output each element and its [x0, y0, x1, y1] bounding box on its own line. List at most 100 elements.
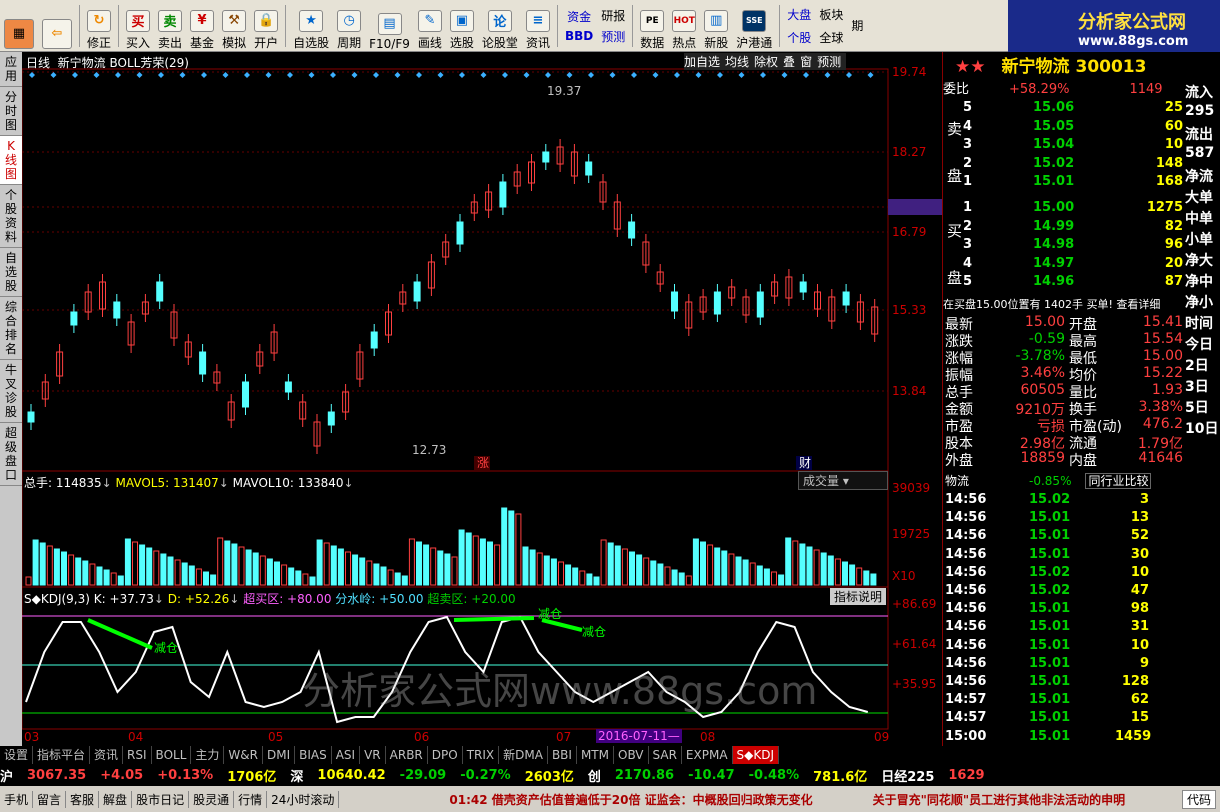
stat-row-6: 市盈 亏损 市盈(动) 476.2: [945, 416, 1183, 435]
screen-icon: ▣: [449, 9, 474, 32]
buy-level: 3: [963, 237, 973, 252]
indicator-tab-12[interactable]: DPO: [428, 746, 463, 764]
footer-button-1[interactable]: 留言: [33, 790, 67, 808]
indicator-tab-19[interactable]: EXPMA: [682, 746, 733, 764]
leftnav-item-0[interactable]: 应用: [0, 52, 22, 87]
indicator-tab-5[interactable]: 主力: [191, 746, 225, 764]
footer-button-2[interactable]: 客服: [66, 790, 100, 808]
indicator-tab-14[interactable]: 新DMA: [499, 746, 548, 764]
footer-button-0[interactable]: 手机: [0, 790, 34, 808]
indicator-tab-4[interactable]: BOLL: [152, 746, 192, 764]
volume-bar: [522, 546, 529, 586]
new-stock-button[interactable]: ▥ 新股: [700, 1, 732, 51]
tick-row-9: 14:56 15.01 9: [945, 656, 1183, 674]
news-button[interactable]: ≡ 资讯: [522, 1, 554, 51]
indicator-tab-11[interactable]: ARBR: [386, 746, 428, 764]
indicator-tab-13[interactable]: TRIX: [463, 746, 500, 764]
chart-tool-4[interactable]: 窗: [800, 55, 812, 69]
vol-select[interactable]: 成交量 ▾: [798, 471, 888, 490]
sell-label-1: 盘: [947, 167, 963, 185]
indicator-tab-15[interactable]: BBI: [548, 746, 577, 764]
cursor-date: 2016-07-11—: [596, 729, 682, 743]
candle-body: [456, 221, 464, 245]
market-buttons[interactable]: 大盘 个股: [783, 1, 815, 51]
capital-button[interactable]: 资金 BBD: [561, 1, 597, 51]
volume-bar: [586, 573, 593, 586]
compare-button[interactable]: 同行业比较: [1085, 473, 1152, 489]
indicator-tab-7[interactable]: DMI: [263, 746, 296, 764]
stat-row-0: 最新 15.00 开盘 15.41: [945, 314, 1183, 333]
leftnav-item-6[interactable]: 牛叉诊股: [0, 360, 22, 423]
indicator-tab-2[interactable]: 资讯: [90, 746, 124, 764]
leftnav-item-1[interactable]: 分时图: [0, 87, 22, 136]
volume-bar: [607, 542, 614, 586]
news-ticker-2[interactable]: 关于冒充"同花顺"员工进行其他非法活动的申明: [873, 791, 1126, 808]
indicator-tab-16[interactable]: MTM: [577, 746, 614, 764]
chart-tool-5[interactable]: 预测: [817, 55, 841, 69]
stock-picker-button[interactable]: ▣ 选股: [446, 1, 478, 51]
signal-diamond: [867, 72, 874, 78]
tick-volume: 98: [1130, 601, 1149, 617]
back-button[interactable]: ⇦: [38, 1, 76, 51]
sell-button[interactable]: 卖卖出: [154, 1, 186, 51]
leftnav-item-2[interactable]: K线图: [0, 136, 22, 185]
open-account-button[interactable]: 🔒 开户: [250, 1, 282, 51]
watchlist-button[interactable]: ★ 自选股: [289, 1, 333, 51]
footer-button-5[interactable]: 股灵通: [189, 790, 235, 808]
simulate-button[interactable]: ⚒ 模拟: [218, 1, 250, 51]
sector-buttons[interactable]: 板块 全球: [815, 1, 847, 51]
data-button[interactable]: PE 数据: [636, 1, 668, 51]
chart-tool-1[interactable]: 均线: [725, 55, 749, 69]
volume-bar: [600, 539, 607, 586]
volume-bar: [53, 548, 60, 586]
indicator-tab-6[interactable]: W&R: [224, 746, 263, 764]
footer-button-7[interactable]: 24小时滚动: [267, 790, 340, 808]
draw-line-button[interactable]: ✎ 画线: [414, 1, 446, 51]
buy-price: 14.96: [1033, 274, 1075, 289]
indicator-tab-3[interactable]: RSI: [123, 746, 152, 764]
tick-time: 14:56: [945, 637, 987, 653]
leftnav-item-5[interactable]: 综合排名: [0, 297, 22, 360]
high-label: 19.37: [547, 84, 581, 98]
footer-button-4[interactable]: 股市日记: [132, 790, 190, 808]
indicator-tab-20[interactable]: S◆KDJ: [732, 746, 780, 764]
indicator-info-button[interactable]: 指标说明: [830, 588, 887, 605]
leftnav-item-4[interactable]: 自选股: [0, 248, 22, 297]
side-trunc-8: 净大: [1185, 253, 1213, 269]
fund-button[interactable]: ¥ 基金: [186, 1, 218, 51]
research-button[interactable]: 研报 预测: [597, 1, 629, 51]
signal-diamond: [93, 72, 100, 78]
footer-button-3[interactable]: 解盘: [99, 790, 133, 808]
indicator-tab-0[interactable]: 设置: [0, 746, 34, 764]
leftnav-item-3[interactable]: 个股资料: [0, 185, 22, 248]
hk-connect-icon: SSE: [742, 9, 767, 32]
indicator-tab-8[interactable]: BIAS: [295, 746, 332, 764]
home-button[interactable]: ▦: [0, 1, 38, 51]
tick-price: 15.02: [1029, 583, 1071, 598]
indicator-tab-10[interactable]: VR: [360, 746, 386, 764]
news-ticker[interactable]: 01:42 借壳资产估值普遍低于20倍 证监会：中概股回归政策无变化: [449, 791, 812, 808]
chart-area[interactable]: 19.7418.2717.2216.7915.3313.8419.3712.73…: [22, 52, 942, 746]
buy-button[interactable]: 买买入: [122, 1, 154, 51]
indicator-tab-1[interactable]: 指标平台: [33, 746, 91, 764]
notice-text[interactable]: 在买盘15.00位置有 1402手 买单! 查看详细: [943, 298, 1160, 311]
futures-button[interactable]: 期: [847, 1, 867, 51]
chart-tool-2[interactable]: 除权: [754, 55, 778, 69]
indicator-tab-17[interactable]: OBV: [614, 746, 649, 764]
signal-diamond: [545, 72, 551, 78]
chart-tool-3[interactable]: 叠: [783, 55, 795, 69]
indicator-tab-18[interactable]: SAR: [649, 746, 682, 764]
chart-canvas[interactable]: 19.7418.2717.2216.7915.3313.8419.3712.73…: [22, 52, 942, 746]
code-input[interactable]: 代码: [1181, 789, 1216, 809]
leftnav-item-7[interactable]: 超级盘口: [0, 423, 22, 486]
chart-tool-0[interactable]: 加自选: [684, 55, 720, 69]
hk-connect-button[interactable]: SSE 沪港通: [732, 1, 776, 51]
volume-bar: [316, 539, 323, 586]
period-button[interactable]: ◷ 周期: [333, 1, 365, 51]
f10-button[interactable]: ▤ F10/F9: [365, 1, 414, 51]
footer-button-6[interactable]: 行情: [234, 790, 268, 808]
forum-button[interactable]: 论论股堂: [478, 1, 522, 51]
indicator-tab-9[interactable]: ASI: [332, 746, 361, 764]
fix-button[interactable]: ↻ 修正: [83, 1, 115, 51]
hot-button[interactable]: HOT 热点: [668, 1, 700, 51]
